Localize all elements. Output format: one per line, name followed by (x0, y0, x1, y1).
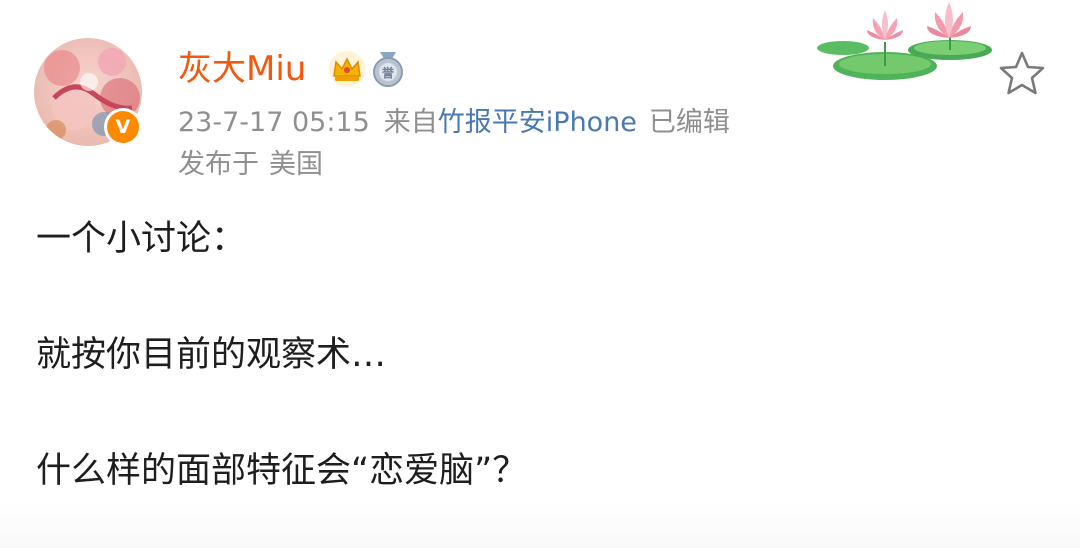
verified-badge-icon: V (104, 108, 142, 146)
svg-text:誉: 誉 (381, 65, 395, 80)
post-time: 23-7-17 05:15 (178, 107, 370, 138)
post-location: 发布于 美国 (178, 146, 323, 184)
username[interactable]: 灰大Miu (178, 48, 306, 90)
medal-icon[interactable]: 誉 (371, 50, 405, 88)
edited-label[interactable]: 已编辑 (649, 107, 730, 138)
star-outline-icon[interactable] (998, 50, 1046, 96)
source-prefix: 来自 (383, 107, 438, 138)
post-line: 什么样的面部特征会“恋爱脑”？ (36, 451, 528, 491)
crown-icon[interactable] (328, 50, 366, 88)
lotus-decoration-icon (817, 2, 992, 80)
source-link[interactable]: 竹报平安iPhone (438, 107, 637, 138)
weibo-post: V 灰大Miu 誉 23-7-17 05:15 来自竹报平安iPhone 已编辑 发… (0, 0, 1080, 548)
location-value: 美国 (269, 149, 323, 180)
post-line: 就按你目前的观察术… (36, 335, 387, 375)
bottom-fade (0, 500, 1080, 548)
location-prefix: 发布于 (178, 149, 259, 180)
post-meta: 23-7-17 05:15 来自竹报平安iPhone 已编辑 (178, 104, 730, 142)
post-line: 一个小讨论： (36, 219, 247, 259)
